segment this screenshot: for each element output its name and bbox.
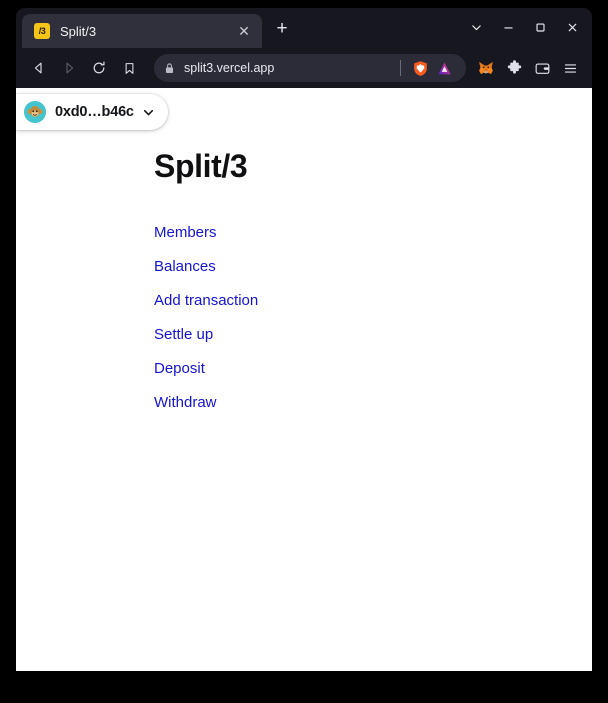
window-controls — [460, 12, 588, 42]
tab-search-button[interactable] — [460, 13, 492, 41]
nav-link-settle-up[interactable]: Settle up — [154, 327, 213, 342]
browser-menu-button[interactable] — [556, 54, 584, 82]
page-nav-links: Members Balances Add transaction Settle … — [154, 225, 592, 429]
back-arrow-icon — [34, 62, 42, 74]
hamburger-menu-icon — [564, 63, 576, 73]
maximize-icon — [535, 22, 545, 32]
close-icon — [568, 23, 576, 31]
brave-rewards-button[interactable] — [432, 56, 456, 80]
wallet-account-button[interactable]: 0xd0…b46c — [16, 94, 168, 130]
forward-arrow-icon — [66, 62, 74, 74]
reload-icon — [93, 61, 105, 74]
nav-link-withdraw[interactable]: Withdraw — [154, 395, 217, 410]
chevron-down-icon — [142, 106, 155, 119]
wallet-icon — [535, 62, 549, 74]
back-button[interactable] — [24, 54, 54, 82]
minimize-icon — [503, 26, 513, 28]
desktop-background: /3 Split/3 ✕ + split3.vercel.app 0xd0…b4… — [0, 0, 608, 703]
address-bar[interactable]: split3.vercel.app — [154, 54, 466, 82]
brave-wallet-button[interactable] — [528, 54, 556, 82]
brave-shields-button[interactable] — [408, 56, 432, 80]
close-window-button[interactable] — [556, 13, 588, 41]
browser-tab-split3[interactable]: /3 Split/3 ✕ — [22, 14, 262, 48]
metamask-fox-icon — [479, 62, 493, 74]
new-tab-button[interactable]: + — [268, 16, 296, 44]
tab-title: Split/3 — [60, 23, 97, 39]
extensions-puzzle-button[interactable] — [500, 54, 528, 82]
wallet-address-label: 0xd0…b46c — [55, 104, 134, 120]
nav-link-add-transaction[interactable]: Add transaction — [154, 293, 258, 308]
url-text[interactable]: split3.vercel.app — [184, 61, 398, 75]
lock-icon — [164, 62, 175, 75]
page-viewport: 0xd0…b46c Split/3 Members Balances Add t… — [16, 88, 592, 671]
tab-list: /3 Split/3 ✕ — [16, 8, 262, 48]
tab-favicon-icon: /3 — [34, 23, 50, 39]
minimize-window-button[interactable] — [492, 13, 524, 41]
page-content: Split/3 Members Balances Add transaction… — [16, 88, 592, 429]
bookmark-icon — [125, 62, 133, 74]
close-tab-icon[interactable]: ✕ — [234, 21, 254, 41]
toolbar-separator — [400, 60, 401, 76]
nav-link-deposit[interactable]: Deposit — [154, 361, 205, 376]
maximize-window-button[interactable] — [524, 13, 556, 41]
browser-window: /3 Split/3 ✕ + split3.vercel.app 0xd0…b4… — [16, 8, 592, 671]
brave-shield-icon — [413, 60, 427, 76]
chevron-down-icon — [471, 24, 481, 30]
bookmark-button[interactable] — [114, 54, 144, 82]
puzzle-piece-icon — [507, 59, 521, 74]
monkey-avatar-icon — [24, 101, 46, 123]
nav-link-members[interactable]: Members — [154, 225, 217, 240]
forward-button[interactable] — [54, 54, 84, 82]
tab-strip: /3 Split/3 ✕ + — [16, 8, 592, 48]
nav-link-balances[interactable]: Balances — [154, 259, 216, 274]
avatar — [24, 101, 46, 123]
brave-rewards-triangle-icon — [437, 61, 451, 74]
browser-toolbar: split3.vercel.app — [16, 48, 592, 88]
padlock-icon — [165, 62, 174, 73]
page-title: Split/3 — [154, 148, 248, 184]
metamask-extension-button[interactable] — [472, 54, 500, 82]
reload-button[interactable] — [84, 54, 114, 82]
